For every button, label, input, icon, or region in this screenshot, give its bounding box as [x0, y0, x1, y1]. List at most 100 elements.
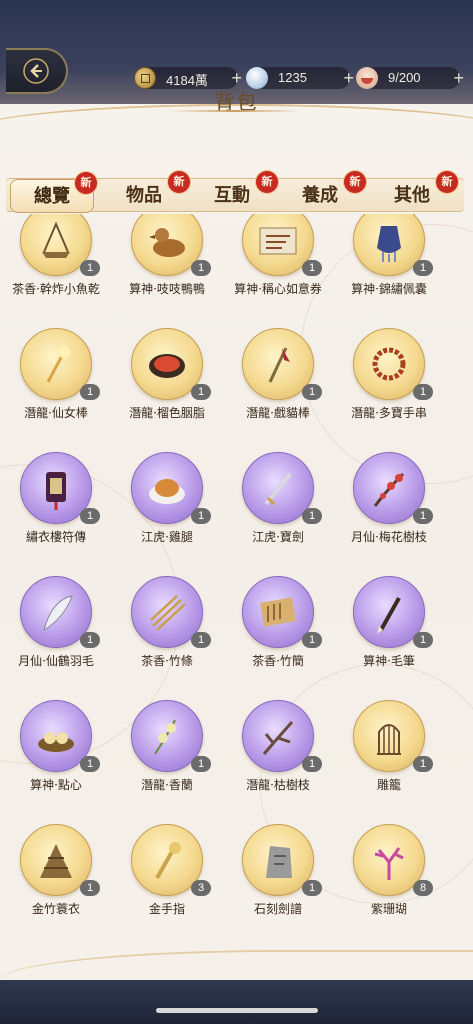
item-name: 石刻劍譜: [253, 902, 302, 916]
tab-label: 總覽: [34, 186, 70, 207]
item-name: 潛龍·戲貓棒: [246, 406, 310, 420]
feather-icon: [43, 595, 73, 632]
item-slot[interactable]: 1 江虎·寶劍: [222, 432, 333, 544]
item-slot[interactable]: 1 算神·錦繡佩囊: [333, 214, 444, 296]
new-badge: 新: [256, 171, 278, 193]
item-slot[interactable]: 1 潛龍·榴色胭脂: [111, 308, 222, 420]
item-slot[interactable]: 1 茶香·竹條: [111, 556, 222, 668]
item-name: 繡衣樓符傳: [25, 530, 86, 544]
item-count: 1: [191, 756, 211, 772]
item-name: 潛龍·多寶手串: [351, 406, 427, 420]
sparkler-icon: [46, 346, 70, 383]
item-count: 1: [80, 756, 100, 772]
bamboo-sticks-icon: [150, 595, 186, 631]
tab-other[interactable]: 其他 新: [370, 171, 458, 213]
item-slot[interactable]: 1 雕籠: [333, 680, 444, 792]
back-arrow-icon: [23, 58, 49, 84]
tab-label: 養成: [302, 185, 338, 206]
item-name: 算神·錦繡佩囊: [351, 282, 427, 296]
item-slot[interactable]: 1 潛龍·仙女棒: [0, 308, 111, 420]
item-count: 1: [80, 880, 100, 896]
item-slot[interactable]: 1 算神·點心: [0, 680, 111, 792]
item-slot[interactable]: 8 紫珊瑚: [333, 804, 444, 916]
item-name: 月仙·梅花樹枝: [351, 530, 427, 544]
item-slot[interactable]: 1 石刻劍譜: [222, 804, 333, 916]
stone-tablet-icon: [266, 846, 292, 878]
item-count: 1: [80, 260, 100, 276]
item-slot[interactable]: 1 潛龍·戲貓棒: [222, 308, 333, 420]
item-name: 月仙·仙鶴羽毛: [18, 654, 94, 668]
item-slot[interactable]: 1 茶香·竹簡: [222, 556, 333, 668]
tab-label: 其他: [394, 185, 430, 206]
item-slot[interactable]: 1 算神·稱心如意券: [222, 214, 333, 296]
item-name: 江虎·寶劍: [252, 530, 304, 544]
new-badge: 新: [344, 171, 366, 193]
item-name: 潛龍·枯樹枝: [246, 778, 310, 792]
plum-branch-icon: [373, 472, 405, 507]
item-slot[interactable]: 1 潛龍·多寶手串: [333, 308, 444, 420]
scroll-icon: [260, 597, 296, 627]
item-name: 雕籠: [376, 778, 401, 792]
item-slot[interactable]: 1 月仙·仙鶴羽毛: [0, 556, 111, 668]
tab-label: 物品: [126, 185, 162, 206]
coral-icon: [374, 847, 404, 880]
wooden-duck-icon: [149, 228, 185, 257]
straw-cape-icon: [40, 844, 72, 878]
item-slot[interactable]: 1 金竹蓑衣: [0, 804, 111, 916]
item-slot[interactable]: 1 潛龍·香蘭: [111, 680, 222, 792]
item-name: 金手指: [148, 902, 185, 916]
item-count: 1: [302, 260, 322, 276]
pearl-value: 1235: [278, 70, 307, 85]
bracelet-icon: [372, 347, 406, 381]
new-badge: 新: [75, 172, 97, 194]
item-name: 茶香·竹條: [141, 654, 193, 668]
cage-icon: [377, 724, 401, 755]
item-count: 1: [413, 384, 433, 400]
item-slot[interactable]: 1 算神·吱吱鴨鴨: [111, 214, 222, 296]
item-slot[interactable]: 1 茶香·幹炸小魚乾: [0, 214, 111, 296]
tab-overview[interactable]: 總覽 新: [10, 172, 97, 213]
item-slot[interactable]: 1 潛龍·枯樹枝: [222, 680, 333, 792]
item-count: 1: [302, 756, 322, 772]
item-count: 1: [302, 508, 322, 524]
item-count: 1: [413, 756, 433, 772]
sword-icon: [264, 472, 292, 506]
item-count: 1: [80, 632, 100, 648]
item-count: 1: [191, 632, 211, 648]
golden-finger-icon: [155, 842, 181, 879]
item-count: 1: [191, 384, 211, 400]
item-name: 潛龍·仙女棒: [24, 406, 88, 420]
item-count: 1: [80, 508, 100, 524]
pouch-icon: [377, 226, 401, 262]
title-underline: [170, 110, 300, 112]
dry-branch-icon: [262, 721, 294, 755]
item-count: 1: [80, 384, 100, 400]
item-name: 算神·稱心如意券: [234, 282, 322, 296]
item-name: 江虎·雞腿: [141, 530, 193, 544]
item-count: 1: [302, 632, 322, 648]
item-count: 1: [413, 632, 433, 648]
item-slot[interactable]: 1 江虎·雞腿: [111, 432, 222, 544]
new-badge: 新: [436, 171, 458, 193]
tab-cultivate[interactable]: 養成 新: [278, 171, 366, 213]
item-name: 算神·毛筆: [363, 654, 415, 668]
coupon-icon: [259, 227, 297, 255]
item-count: 1: [191, 508, 211, 524]
item-count: 1: [191, 260, 211, 276]
item-slot[interactable]: 1 繡衣樓符傳: [0, 432, 111, 544]
item-count: 1: [413, 508, 433, 524]
basket-icon: [42, 221, 70, 258]
item-slot[interactable]: 3 金手指: [111, 804, 222, 916]
dim-sum-icon: [38, 732, 74, 752]
item-slot[interactable]: 1 月仙·梅花樹枝: [333, 432, 444, 544]
tab-interact[interactable]: 互動 新: [190, 171, 278, 213]
item-name: 金竹蓑衣: [31, 902, 80, 916]
item-name: 紫珊瑚: [370, 902, 407, 916]
item-name: 潛龍·香蘭: [141, 778, 193, 792]
brush-icon: [377, 597, 401, 634]
bottom-bar: [0, 980, 473, 1024]
item-name: 潛龍·榴色胭脂: [129, 406, 205, 420]
tab-items[interactable]: 物品 新: [102, 171, 190, 213]
item-slot[interactable]: 1 算神·毛筆: [333, 556, 444, 668]
home-indicator[interactable]: [156, 1008, 318, 1013]
